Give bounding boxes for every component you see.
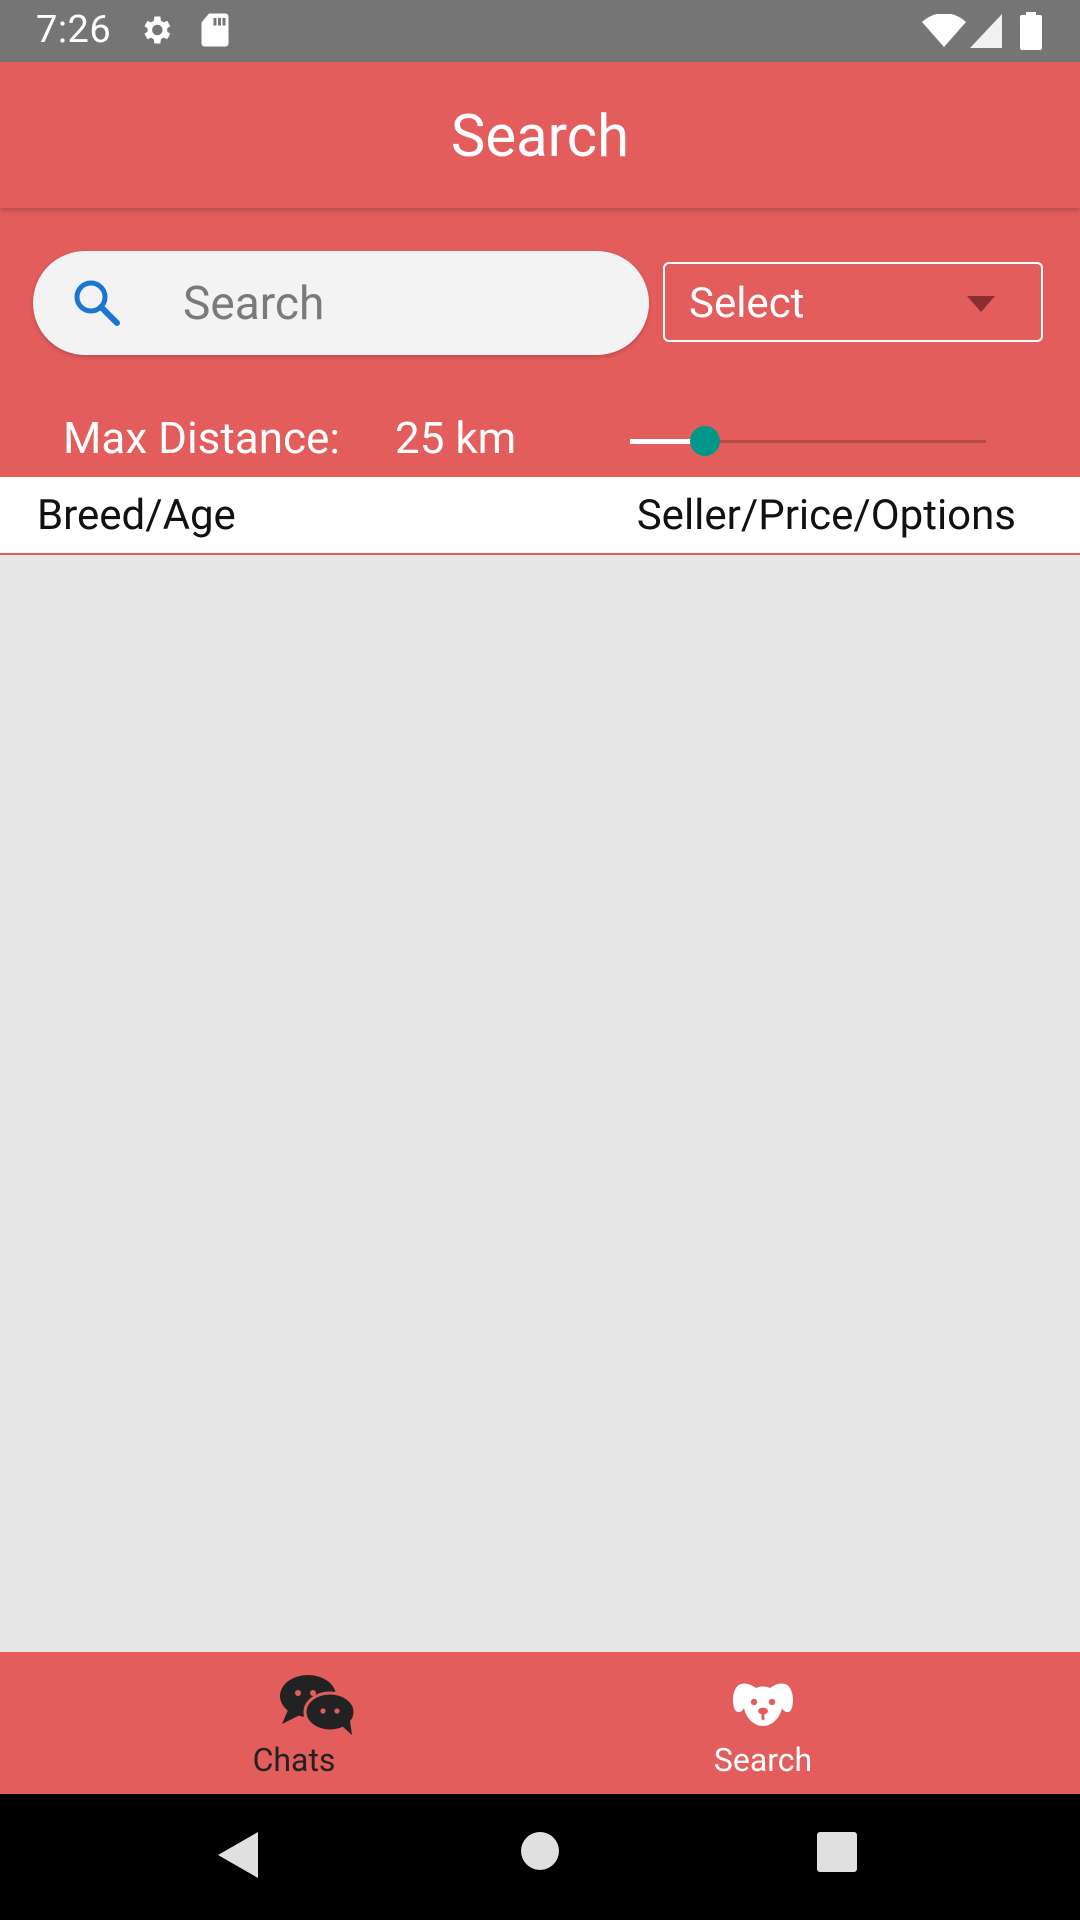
chat-bubbles-icon <box>278 1674 358 1740</box>
results-header: Breed/Age Seller/Price/Options <box>0 477 1080 555</box>
distance-slider[interactable] <box>630 416 986 466</box>
search-input[interactable] <box>181 269 625 339</box>
tab-search[interactable]: Search <box>493 1652 1033 1794</box>
home-icon[interactable] <box>520 1831 560 1875</box>
max-distance-value: 25 km <box>395 412 517 464</box>
sd-card-icon <box>200 12 230 52</box>
slider-thumb[interactable] <box>690 426 720 456</box>
page-title: Search <box>450 103 630 171</box>
chevron-down-icon <box>967 296 995 316</box>
column-header-seller-price-options: Seller/Price/Options <box>636 491 1016 540</box>
battery-icon <box>1020 12 1042 54</box>
wifi-icon <box>922 13 966 52</box>
results-list <box>0 555 1080 1652</box>
back-icon[interactable] <box>218 1832 258 1882</box>
dog-face-icon <box>731 1678 795 1732</box>
search-bar[interactable] <box>33 251 649 355</box>
select-value: Select <box>689 279 805 328</box>
bottom-nav: Chats Search <box>0 1652 1080 1794</box>
column-header-breed-age: Breed/Age <box>37 491 236 540</box>
status-time: 7:26 <box>36 8 112 52</box>
app-bar: Search <box>0 62 1080 208</box>
recents-icon[interactable] <box>817 1832 857 1876</box>
cell-signal-icon <box>970 14 1002 52</box>
status-bar: 7:26 <box>0 0 1080 62</box>
settings-icon <box>138 12 174 52</box>
category-select[interactable]: Select <box>663 262 1043 342</box>
filter-panel: Select Max Distance: 25 km <box>0 208 1080 477</box>
system-nav-bar <box>0 1794 1080 1920</box>
tab-search-label: Search <box>713 1741 813 1779</box>
max-distance-label: Max Distance: <box>63 412 341 464</box>
search-icon <box>71 277 123 333</box>
